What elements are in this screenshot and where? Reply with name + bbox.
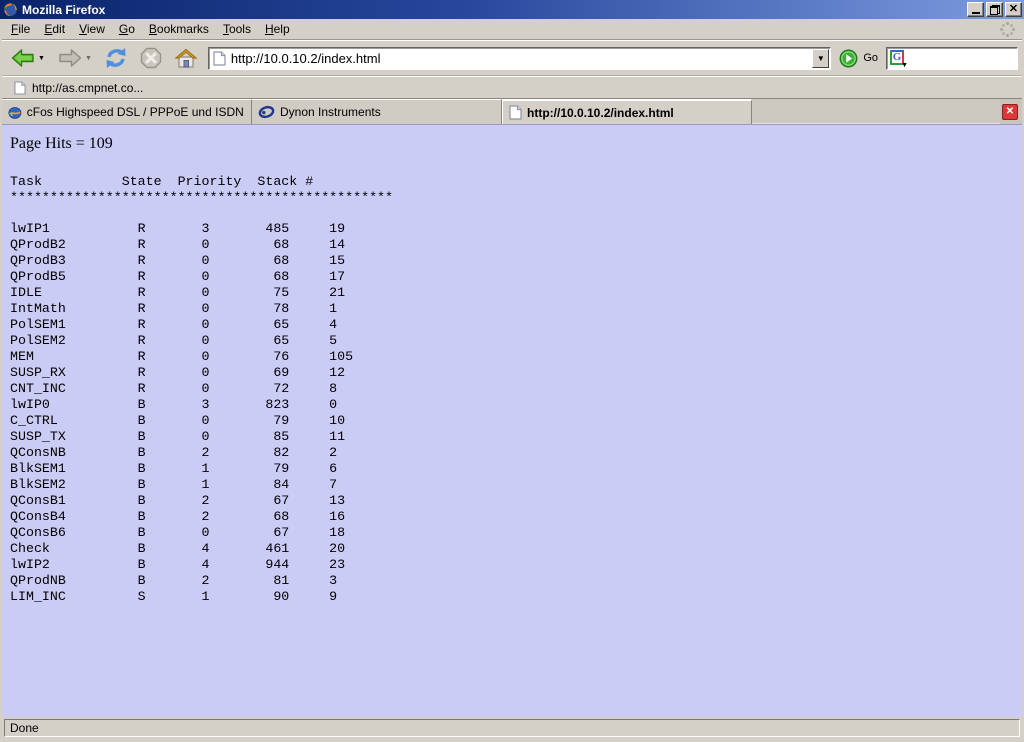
menu-view[interactable]: View (72, 19, 112, 39)
dynon-icon (258, 105, 275, 119)
search-input[interactable] (907, 51, 1017, 65)
menu-file[interactable]: File (4, 19, 37, 39)
page-content: Page Hits = 109 Task State Priority Stac… (2, 124, 1022, 717)
window-title: Mozilla Firefox (22, 3, 105, 17)
tab-bar: cFos Highspeed DSL / PPPoE und ISDN CAP.… (2, 98, 1022, 124)
back-icon (10, 48, 36, 68)
bookmarks-toolbar: http://as.cmpnet.co... (2, 76, 1022, 98)
stop-button[interactable] (138, 45, 164, 71)
address-bar[interactable]: ▼ (208, 47, 831, 70)
tab-label: http://10.0.10.2/index.html (527, 106, 674, 120)
home-icon (174, 48, 198, 69)
cfos-icon (8, 105, 22, 120)
close-button[interactable]: ✕ (1005, 2, 1022, 17)
back-dropdown-icon[interactable]: ▼ (38, 55, 45, 62)
menu-bar: File Edit View Go Bookmarks Tools Help (2, 19, 1022, 40)
tab-label: cFos Highspeed DSL / PPPoE und ISDN CAP.… (27, 105, 245, 119)
titlebar: Mozilla Firefox ✕ (0, 0, 1024, 19)
reload-icon (104, 47, 128, 69)
page-icon (213, 51, 226, 66)
menu-bookmarks[interactable]: Bookmarks (142, 19, 216, 39)
menu-tools[interactable]: Tools (216, 19, 258, 39)
search-box[interactable]: G ▼ (886, 47, 1018, 70)
close-icon: ✕ (1009, 3, 1018, 16)
window-controls: ✕ (967, 2, 1022, 17)
go-label: Go (863, 52, 878, 64)
minimize-icon (972, 12, 980, 14)
address-dropdown-button[interactable]: ▼ (812, 49, 829, 68)
bookmark-label: http://as.cmpnet.co... (32, 81, 143, 95)
tab-label: Dynon Instruments (280, 105, 381, 119)
menu-help[interactable]: Help (258, 19, 297, 39)
go-button[interactable]: Go (839, 49, 878, 68)
throbber-icon (998, 20, 1016, 38)
tab-dynon[interactable]: Dynon Instruments (252, 99, 502, 124)
tab-strip-filler (752, 99, 1000, 124)
tab-cfos[interactable]: cFos Highspeed DSL / PPPoE und ISDN CAP.… (2, 99, 252, 124)
page-hits-text: Page Hits = 109 (10, 135, 1022, 153)
reload-button[interactable] (102, 45, 130, 71)
menu-go[interactable]: Go (112, 19, 142, 39)
navigation-toolbar: ▼ ▼ (2, 40, 1022, 76)
google-icon[interactable]: G ▼ (890, 50, 907, 67)
close-tab-button[interactable]: ✕ (1002, 104, 1018, 120)
page-icon (14, 81, 26, 95)
tab-index-html[interactable]: http://10.0.10.2/index.html (502, 99, 752, 124)
forward-button[interactable]: ▼ (55, 46, 94, 70)
bookmark-item[interactable]: http://as.cmpnet.co... (10, 79, 147, 97)
page-icon (509, 105, 522, 120)
window-frame: File Edit View Go Bookmarks Tools Help ▼ (0, 19, 1024, 742)
home-button[interactable] (172, 46, 200, 71)
stop-icon (140, 47, 162, 69)
forward-icon (57, 48, 83, 68)
restore-button[interactable] (986, 2, 1003, 17)
address-input[interactable] (231, 50, 812, 67)
menu-edit[interactable]: Edit (37, 19, 72, 39)
status-text: Done (4, 719, 1020, 737)
status-bar: Done (2, 717, 1022, 739)
go-icon (839, 49, 858, 68)
task-table-rows: lwIP1 R 3 485 19 QProdB2 R 0 68 14 QProd… (10, 221, 1022, 605)
firefox-logo-icon (3, 2, 18, 17)
minimize-button[interactable] (967, 2, 984, 17)
task-table-header: Task State Priority Stack # ************… (10, 174, 1022, 206)
forward-dropdown-icon[interactable]: ▼ (85, 55, 92, 62)
restore-icon (990, 5, 1000, 15)
browser-window: Mozilla Firefox ✕ File Edit View Go Book… (0, 0, 1024, 742)
back-button[interactable]: ▼ (8, 46, 47, 70)
